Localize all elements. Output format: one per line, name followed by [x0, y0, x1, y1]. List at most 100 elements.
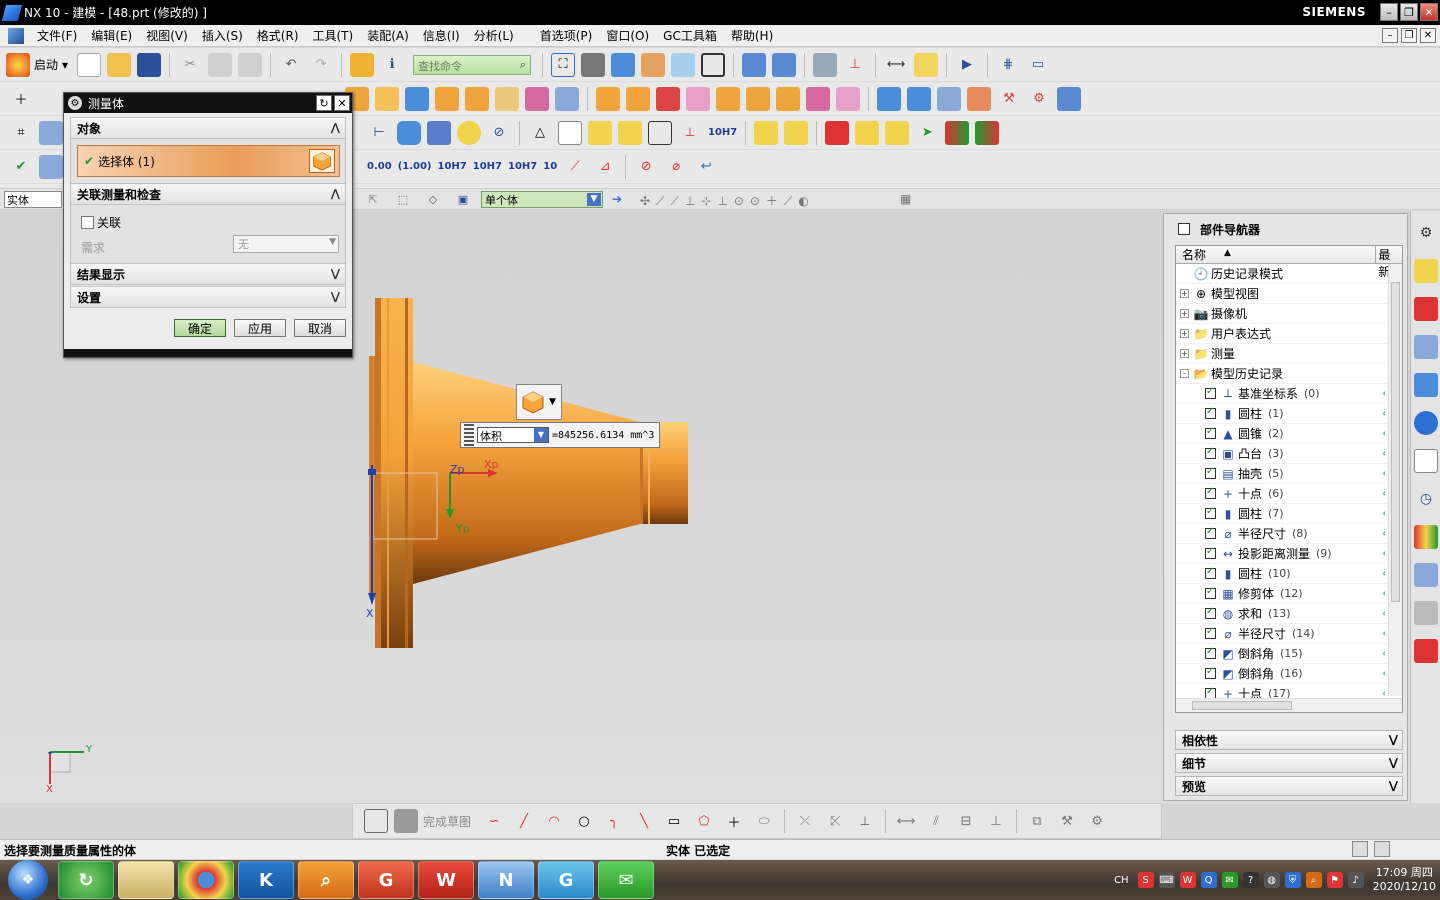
- group-settings-header[interactable]: 设置 ⋁: [70, 286, 346, 308]
- feature-visibility-checkbox[interactable]: [1205, 426, 1216, 439]
- tray-wechat-icon[interactable]: ✉: [1221, 872, 1238, 888]
- taskbar-app-wechat[interactable]: ✉: [598, 861, 654, 899]
- shell-icon[interactable]: [555, 86, 579, 111]
- measure-type-select[interactable]: 体积 ▼: [477, 427, 549, 443]
- color-icon[interactable]: [945, 120, 970, 145]
- mirror-sketch-icon[interactable]: ⧉: [1025, 809, 1049, 833]
- weld-icon[interactable]: ⊿: [593, 155, 617, 179]
- tray-sogou-icon[interactable]: S: [1137, 872, 1154, 888]
- feature-visibility-checkbox[interactable]: [1205, 506, 1216, 519]
- navigator-pin-icon[interactable]: [1178, 223, 1190, 235]
- snap-point-icons[interactable]: ✣⟋⟋⊥⊹⊥⊙⊙＋⟋◐: [640, 192, 815, 209]
- column-header-name[interactable]: 名称 ▲: [1176, 246, 1377, 263]
- feature-visibility-checkbox[interactable]: [1205, 606, 1216, 619]
- cancel-button[interactable]: 取消: [294, 319, 346, 337]
- tray-flag-icon[interactable]: ⚑: [1326, 872, 1343, 888]
- thicken-icon[interactable]: ⚙: [1027, 87, 1051, 111]
- tray-search-icon[interactable]: ⌕: [1305, 872, 1322, 888]
- taskbar-app-360[interactable]: ↻: [58, 861, 114, 899]
- finish-sketch-label[interactable]: 完成草图: [423, 813, 471, 830]
- draft-icon[interactable]: [806, 86, 830, 111]
- unite-icon[interactable]: [596, 86, 620, 111]
- check-icon[interactable]: ✔: [9, 155, 33, 179]
- wcs-icon[interactable]: ⊥: [843, 53, 867, 77]
- select-body-row[interactable]: ✔ 选择体 (1): [77, 145, 340, 177]
- feature-node[interactable]: ◍ 求和 (13) ‹: [1176, 604, 1402, 624]
- trim-body-icon[interactable]: [686, 86, 710, 111]
- feature-visibility-checkbox[interactable]: [1205, 526, 1216, 539]
- fixed-icon[interactable]: ⊟: [954, 809, 978, 833]
- column-header-latest[interactable]: 最新: [1376, 246, 1402, 279]
- group-result-header[interactable]: 结果显示 ⋁: [70, 263, 346, 285]
- move-object-icon[interactable]: [742, 52, 767, 77]
- taskbar-app-ks[interactable]: K: [238, 861, 294, 899]
- feature-visibility-checkbox[interactable]: [1205, 546, 1216, 559]
- return-icon[interactable]: ↩: [694, 155, 718, 179]
- close-icon[interactable]: ✕: [334, 95, 350, 111]
- add-icon[interactable]: ＋: [9, 87, 33, 111]
- palette-icon[interactable]: [1414, 639, 1438, 663]
- feature-visibility-checkbox[interactable]: [1205, 586, 1216, 599]
- tray-shield-icon[interactable]: ⛨: [1284, 872, 1301, 888]
- layer-settings-icon[interactable]: [813, 52, 838, 77]
- split-body-icon[interactable]: [716, 86, 740, 111]
- feature-visibility-checkbox[interactable]: [1205, 646, 1216, 659]
- minimize-button[interactable]: –: [1380, 3, 1398, 21]
- navigator-vertical-scrollbar[interactable]: [1388, 264, 1402, 696]
- table-icon[interactable]: [558, 120, 582, 145]
- tolerance-10h7-b-button[interactable]: 10H7: [473, 161, 502, 172]
- background-icon[interactable]: [701, 52, 726, 77]
- status-icon-a[interactable]: [1352, 841, 1368, 857]
- component-icon[interactable]: [784, 120, 809, 145]
- reuse-library-icon[interactable]: [1414, 373, 1438, 397]
- patch-icon[interactable]: [746, 86, 770, 111]
- navigator-node[interactable]: - 📂 模型历史记录: [1176, 364, 1402, 384]
- navigator-node[interactable]: + 📁 测量: [1176, 344, 1402, 364]
- feature-node[interactable]: ↔ 投影距离测量 (9) ‹: [1176, 544, 1402, 564]
- assembly-navigator-icon[interactable]: [1414, 259, 1438, 283]
- taskbar-app-wps[interactable]: W: [418, 861, 474, 899]
- web-browser-icon[interactable]: [1414, 411, 1438, 435]
- pattern-sketch-icon[interactable]: ⚒: [1055, 809, 1079, 833]
- roles-icon[interactable]: [1414, 601, 1438, 625]
- tolerance-10-button[interactable]: 10: [543, 161, 557, 172]
- feature-node[interactable]: ▦ 修剪体 (12) ‹: [1176, 584, 1402, 604]
- menu-edit[interactable]: 编辑(E): [84, 27, 139, 44]
- taskbar-app-search[interactable]: ⌕: [298, 861, 354, 899]
- redo-icon[interactable]: ↷: [309, 53, 333, 77]
- open-folder-icon[interactable]: [107, 52, 132, 77]
- roughness-icon[interactable]: ⟋: [563, 155, 587, 179]
- menu-insert[interactable]: 插入(S): [195, 27, 250, 44]
- no-symbol-icon[interactable]: ⊘: [634, 155, 658, 179]
- associative-checkbox[interactable]: 关联: [81, 214, 121, 231]
- windows-start-button[interactable]: ❖: [8, 860, 48, 900]
- feature-node[interactable]: ⌀ 半径尺寸 (14) ‹: [1176, 624, 1402, 644]
- ruler-icon[interactable]: ▭: [1026, 53, 1050, 77]
- expand-icon[interactable]: +: [1180, 289, 1189, 298]
- no-view-icon[interactable]: ⊘: [487, 121, 511, 145]
- tolerance-10h7-button[interactable]: 10H7: [708, 127, 737, 138]
- feature-node[interactable]: ▲ 圆锥 (2) ‹: [1176, 424, 1402, 444]
- fillet-icon[interactable]: ╮: [602, 809, 626, 833]
- orient-view-icon[interactable]: [611, 52, 636, 77]
- feature-node[interactable]: + 十点 (6) ‹: [1176, 484, 1402, 504]
- trim-icon[interactable]: ⤫: [793, 809, 817, 833]
- history-clock-icon[interactable]: ◷: [1414, 487, 1438, 511]
- tray-volume-icon[interactable]: ♪: [1347, 872, 1364, 888]
- arrow-icon[interactable]: ➤: [915, 121, 939, 145]
- status-icon-b[interactable]: [1374, 841, 1390, 857]
- grid-icon[interactable]: ⋕: [996, 53, 1020, 77]
- assembly-icon[interactable]: [754, 120, 779, 145]
- feature-visibility-checkbox[interactable]: [1205, 466, 1216, 479]
- torus-icon[interactable]: [457, 120, 481, 145]
- type-filter-select[interactable]: 实体: [4, 190, 62, 208]
- system-clock[interactable]: 17:09 周四 2020/12/10: [1373, 866, 1436, 894]
- navigator-node[interactable]: + 📷 摄像机: [1176, 304, 1402, 324]
- close-button[interactable]: ✕: [1420, 3, 1438, 21]
- tolerance-10h7-c-button[interactable]: 10H7: [508, 161, 537, 172]
- arc-icon[interactable]: ◠: [542, 809, 566, 833]
- pocket-icon[interactable]: [465, 86, 489, 111]
- measure-angle-icon[interactable]: [914, 52, 939, 77]
- view-triad-icon[interactable]: [671, 52, 696, 77]
- mesh-icon[interactable]: [937, 86, 961, 111]
